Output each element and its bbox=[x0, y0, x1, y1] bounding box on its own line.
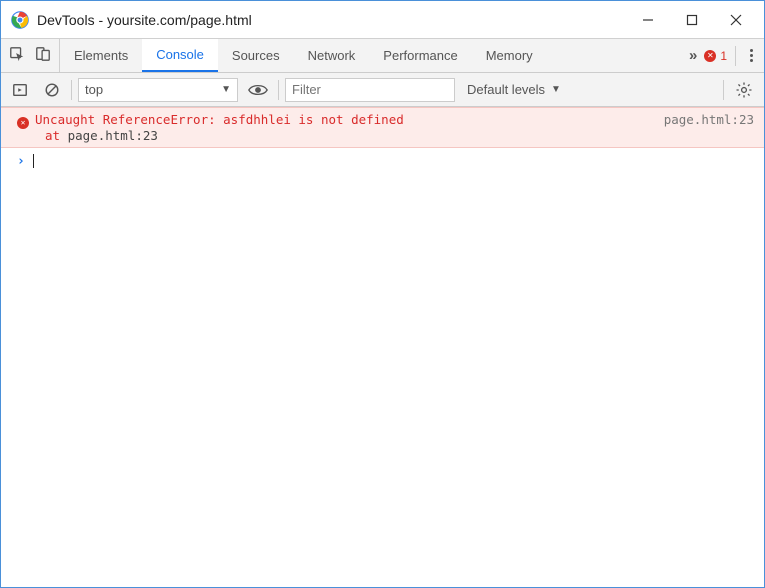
error-source-link[interactable]: page.html:23 bbox=[644, 112, 754, 143]
chevron-down-icon: ▼ bbox=[221, 84, 231, 95]
window-titlebar: DevTools - yoursite.com/page.html bbox=[1, 1, 764, 39]
error-count-number: 1 bbox=[720, 49, 727, 63]
error-message: Uncaught ReferenceError: asfdhhlei is no… bbox=[35, 112, 404, 127]
tab-memory[interactable]: Memory bbox=[472, 39, 547, 72]
context-value: top bbox=[85, 82, 103, 97]
error-count-badge[interactable]: 1 bbox=[704, 49, 727, 63]
filter-input[interactable] bbox=[285, 78, 455, 102]
maximize-button[interactable] bbox=[670, 5, 714, 35]
divider bbox=[735, 46, 736, 66]
toggle-drawer-icon[interactable] bbox=[7, 78, 33, 102]
error-dot-icon bbox=[704, 50, 716, 62]
tabs-leading bbox=[1, 39, 60, 72]
divider bbox=[278, 80, 279, 100]
levels-label: Default levels bbox=[467, 82, 545, 97]
tab-sources[interactable]: Sources bbox=[218, 39, 294, 72]
log-levels-selector[interactable]: Default levels ▼ bbox=[461, 78, 567, 102]
tab-performance[interactable]: Performance bbox=[369, 39, 471, 72]
inspect-element-icon[interactable] bbox=[9, 46, 25, 65]
tab-elements[interactable]: Elements bbox=[60, 39, 142, 72]
close-button[interactable] bbox=[714, 5, 758, 35]
prompt-caret-icon: › bbox=[17, 154, 25, 169]
text-cursor bbox=[33, 154, 34, 168]
error-icon bbox=[17, 117, 29, 129]
console-prompt[interactable]: › bbox=[1, 148, 764, 175]
console-error-entry[interactable]: Uncaught ReferenceError: asfdhhlei is no… bbox=[1, 107, 764, 148]
console-settings-icon[interactable] bbox=[730, 78, 758, 102]
divider bbox=[71, 80, 72, 100]
more-tabs-icon[interactable]: » bbox=[689, 47, 696, 64]
tabs-trailing: » 1 bbox=[683, 39, 764, 72]
context-selector[interactable]: top ▼ bbox=[78, 78, 238, 102]
kebab-menu-icon[interactable] bbox=[744, 49, 758, 62]
window-title: DevTools - yoursite.com/page.html bbox=[37, 12, 626, 28]
live-expression-icon[interactable] bbox=[244, 78, 272, 102]
chevron-down-icon: ▼ bbox=[551, 84, 561, 95]
tab-network[interactable]: Network bbox=[294, 39, 370, 72]
console-toolbar: top ▼ Default levels ▼ bbox=[1, 73, 764, 107]
error-at-location[interactable]: page.html:23 bbox=[68, 128, 158, 143]
divider bbox=[723, 80, 724, 100]
device-toolbar-icon[interactable] bbox=[35, 46, 51, 65]
error-at-label: at bbox=[45, 128, 60, 143]
tab-console[interactable]: Console bbox=[142, 39, 218, 72]
window-controls bbox=[626, 5, 758, 35]
minimize-button[interactable] bbox=[626, 5, 670, 35]
clear-console-icon[interactable] bbox=[39, 78, 65, 102]
devtools-tabs: Elements Console Sources Network Perform… bbox=[1, 39, 764, 73]
chrome-icon bbox=[11, 11, 29, 29]
